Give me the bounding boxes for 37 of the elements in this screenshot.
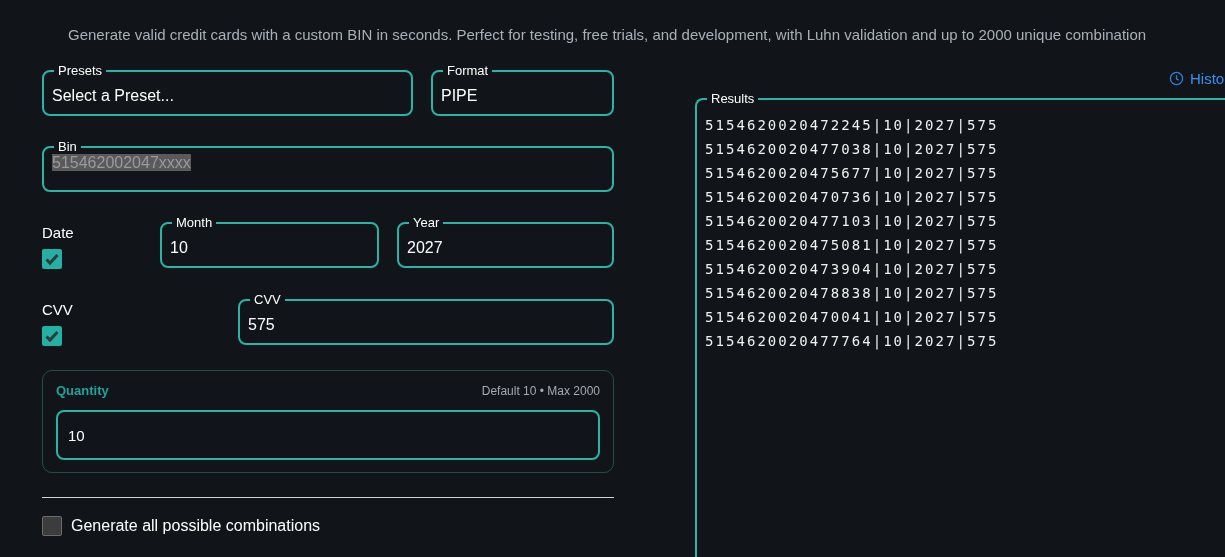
clock-icon (1169, 70, 1184, 86)
result-line: 5154620020473904|10|2027|575 (705, 260, 1000, 280)
combinations-label: Generate all possible combinations (71, 517, 321, 535)
quantity-hint: Default 10 • Max 2000 (481, 383, 600, 398)
field-label: Year (412, 216, 441, 229)
month-field[interactable]: Month 10 (160, 216, 379, 268)
page-subtitle: Generate valid credit cards with a custom BIN in seconds. Perfect for testing, free trials, and development, with Luhn validation and up to 2000 unique combination (67, 25, 1148, 45)
combinations-checkbox[interactable] (42, 516, 62, 536)
result-line: 5154620020475677|10|2027|575 (705, 164, 1000, 184)
history-text[interactable]: Histo (1190, 69, 1225, 87)
result-line: 5154620020477764|10|2027|575 (705, 332, 1000, 352)
result-line: 5154620020478838|10|2027|575 (705, 284, 1000, 304)
result-line: 5154620020472245|10|2027|575 (705, 116, 1000, 136)
field-label: Month (175, 216, 214, 229)
result-line: 5154620020477038|10|2027|575 (705, 140, 1000, 160)
field-label: Results (710, 92, 756, 105)
result-line: 5154620020470736|10|2027|575 (705, 188, 1000, 208)
field-label: Format (446, 64, 490, 77)
cvv-label: CVV (42, 301, 74, 318)
field-label: Presets (57, 64, 104, 77)
field-label: CVV (253, 293, 282, 306)
cvv-checkbox[interactable] (42, 326, 62, 346)
format-dropdown[interactable]: Format PIPE (431, 64, 614, 116)
date-checkbox[interactable] (42, 249, 62, 269)
cvv-field[interactable]: CVV 575 (238, 293, 614, 345)
result-line: 5154620020470041|10|2027|575 (705, 308, 1000, 328)
year-field[interactable]: Year 2027 (397, 216, 614, 268)
quantity-label: Quantity (56, 383, 109, 398)
quantity-field[interactable]: 10 (56, 410, 600, 460)
result-line: 5154620020477103|10|2027|575 (705, 212, 1000, 232)
results-box[interactable] (695, 92, 1225, 557)
presets-dropdown[interactable]: Presets Select a Preset... (42, 64, 413, 116)
bin-field[interactable]: Bin 515462002047xxxx (42, 140, 614, 192)
history-link[interactable]: Histo (1169, 68, 1225, 88)
field-label: Bin (57, 140, 78, 153)
result-line: 5154620020475081|10|2027|575 (705, 236, 1000, 256)
date-label: Date (42, 224, 75, 241)
